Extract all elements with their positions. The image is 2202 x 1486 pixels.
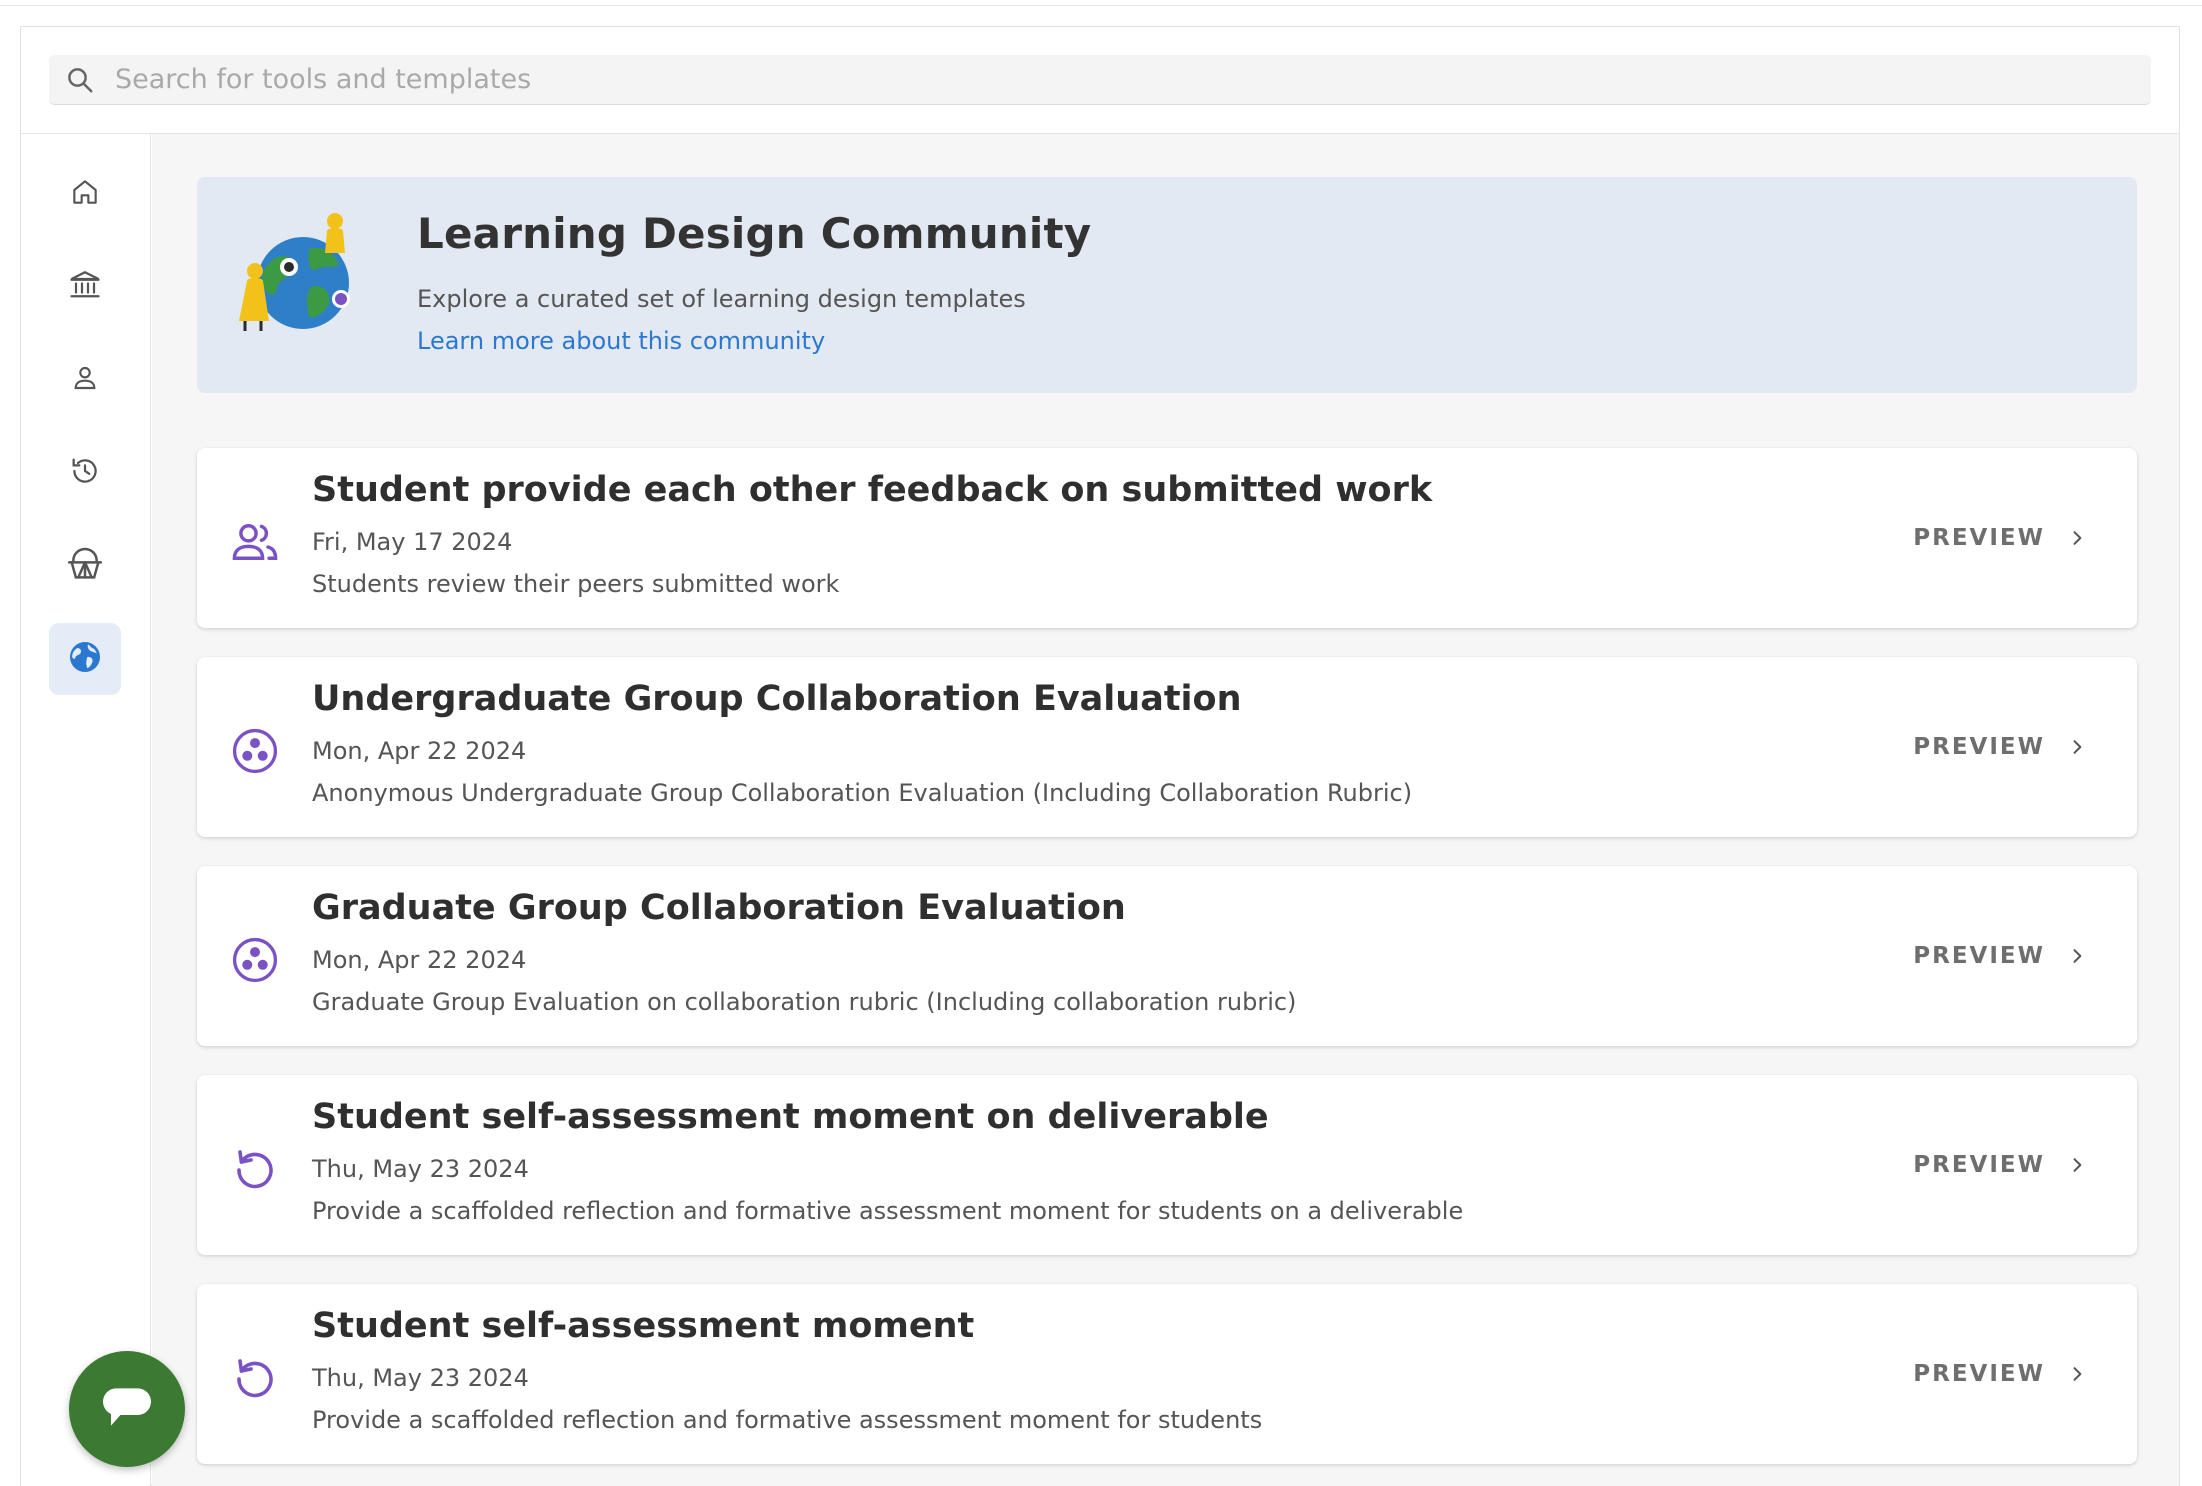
basket-icon — [65, 544, 105, 588]
refresh-icon — [229, 1143, 281, 1195]
preview-label: PREVIEW — [1913, 1152, 2045, 1178]
template-title: Student provide each other feedback on s… — [312, 470, 1433, 510]
template-description: Provide a scaffolded reflection and form… — [312, 1197, 1464, 1225]
preview-label: PREVIEW — [1913, 734, 2045, 760]
main-content: Learning Design Community Explore a cura… — [152, 134, 2179, 1486]
people-icon — [229, 516, 281, 568]
template-date: Thu, May 23 2024 — [312, 1155, 529, 1183]
chevron-right-icon — [2067, 736, 2089, 758]
globe-icon — [67, 639, 103, 679]
template-date: Fri, May 17 2024 — [312, 528, 513, 556]
chevron-right-icon — [2067, 1363, 2089, 1385]
preview-button[interactable]: PREVIEW — [1913, 936, 2089, 976]
preview-label: PREVIEW — [1913, 943, 2045, 969]
template-card[interactable]: Student provide each other feedback on s… — [197, 448, 2137, 628]
person-icon — [69, 362, 101, 398]
top-divider — [0, 0, 2202, 6]
institution-icon — [67, 267, 103, 307]
sidebar — [21, 134, 151, 1486]
template-card[interactable]: Student self-assessment moment Thu, May … — [197, 1284, 2137, 1464]
template-date: Mon, Apr 22 2024 — [312, 946, 527, 974]
search-bar[interactable] — [49, 55, 2151, 105]
sidebar-item-basket[interactable] — [49, 530, 121, 602]
sidebar-item-community[interactable] — [49, 623, 121, 695]
search-input[interactable] — [115, 56, 2015, 103]
search-icon — [63, 63, 97, 97]
preview-label: PREVIEW — [1913, 1361, 2045, 1387]
home-icon — [69, 176, 101, 212]
learn-more-link[interactable]: Learn more about this community — [417, 327, 825, 355]
refresh-icon — [229, 1352, 281, 1404]
preview-button[interactable]: PREVIEW — [1913, 1145, 2089, 1185]
chevron-right-icon — [2067, 1154, 2089, 1176]
preview-button[interactable]: PREVIEW — [1913, 518, 2089, 558]
template-description: Graduate Group Evaluation on collaborati… — [312, 988, 1297, 1016]
template-card[interactable]: Graduate Group Collaboration Evaluation … — [197, 866, 2137, 1046]
sidebar-item-home[interactable] — [49, 158, 121, 230]
template-title: Undergraduate Group Collaboration Evalua… — [312, 679, 1242, 719]
chevron-right-icon — [2067, 527, 2089, 549]
banner-title: Learning Design Community — [417, 209, 1092, 258]
template-card[interactable]: Student self-assessment moment on delive… — [197, 1075, 2137, 1255]
community-illustration — [231, 209, 361, 339]
preview-button[interactable]: PREVIEW — [1913, 727, 2089, 767]
preview-button[interactable]: PREVIEW — [1913, 1354, 2089, 1394]
template-date: Mon, Apr 22 2024 — [312, 737, 527, 765]
group-circle-icon — [229, 725, 281, 777]
chat-bubble-icon — [95, 1375, 159, 1443]
preview-label: PREVIEW — [1913, 525, 2045, 551]
sidebar-item-institution[interactable] — [49, 251, 121, 323]
chat-button[interactable] — [69, 1351, 185, 1467]
template-card[interactable]: Undergraduate Group Collaboration Evalua… — [197, 657, 2137, 837]
template-title: Student self-assessment moment — [312, 1306, 975, 1346]
community-banner: Learning Design Community Explore a cura… — [197, 177, 2137, 393]
group-circle-icon — [229, 934, 281, 986]
template-date: Thu, May 23 2024 — [312, 1364, 529, 1392]
app-frame: Learning Design Community Explore a cura… — [20, 26, 2180, 1486]
template-description: Provide a scaffolded reflection and form… — [312, 1406, 1263, 1434]
chevron-right-icon — [2067, 945, 2089, 967]
template-description: Anonymous Undergraduate Group Collaborat… — [312, 779, 1413, 807]
banner-subtitle: Explore a curated set of learning design… — [417, 285, 1026, 313]
sidebar-item-profile[interactable] — [49, 344, 121, 416]
template-description: Students review their peers submitted wo… — [312, 570, 840, 598]
sidebar-item-history[interactable] — [49, 437, 121, 509]
template-title: Graduate Group Collaboration Evaluation — [312, 888, 1126, 928]
history-icon — [68, 454, 102, 492]
template-title: Student self-assessment moment on delive… — [312, 1097, 1269, 1137]
